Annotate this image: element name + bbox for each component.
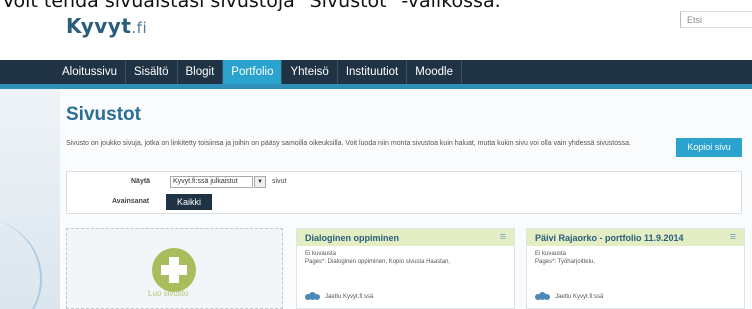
keywords-all-button[interactable]: Kaikki bbox=[166, 194, 212, 210]
logo[interactable]: Kyvyt.fi bbox=[66, 14, 147, 38]
nav-item-portfolio[interactable]: Portfolio bbox=[223, 60, 283, 84]
card-header: Päivi Rajaorko - portfolio 11.9.2014 ≡ bbox=[527, 229, 744, 246]
plus-icon[interactable] bbox=[152, 248, 196, 292]
show-label: Näytä bbox=[131, 178, 151, 185]
collection-card[interactable]: Päivi Rajaorko - portfolio 11.9.2014 ≡ E… bbox=[526, 228, 745, 309]
chevron-down-icon[interactable]: ▼ bbox=[254, 176, 266, 188]
page-description: Sivusto on joukko sivuja, jotka on linki… bbox=[66, 140, 631, 147]
caption-text: Voit tehdä sivuaistasi sivustoja "Sivust… bbox=[2, 0, 501, 12]
menu-icon[interactable]: ≡ bbox=[500, 231, 506, 243]
show-select[interactable]: Kyvyt.fi:ssä julkaistut bbox=[170, 176, 253, 188]
card-share-text: Jaettu Kyvyt.fi:ssä bbox=[325, 293, 374, 300]
card-header: Dialoginen oppiminen ≡ bbox=[297, 229, 514, 246]
logo-suffix: .fi bbox=[131, 19, 148, 37]
card-description: Ei kuvausta bbox=[535, 251, 567, 257]
nav-item-blogit[interactable]: Blogit bbox=[178, 60, 224, 84]
copy-page-button[interactable]: Kopioi sivu bbox=[676, 138, 742, 157]
main-navigation: Aloitussivu Sisältö Blogit Portfolio Yht… bbox=[0, 60, 752, 84]
nav-item-yhteiso[interactable]: Yhteisö bbox=[282, 60, 338, 84]
create-collection-label[interactable]: Luo sivusto bbox=[148, 289, 188, 298]
card-share-text: Jaettu Kyvyt.fi:ssä bbox=[555, 293, 604, 300]
card-pages: Pages*: Työharjoittelu, bbox=[535, 259, 595, 265]
users-icon bbox=[305, 292, 320, 301]
show-suffix: sivut bbox=[272, 178, 287, 185]
nav-item-sisalto[interactable]: Sisältö bbox=[126, 60, 178, 84]
search-input[interactable]: Etsi bbox=[680, 11, 752, 28]
card-title[interactable]: Päivi Rajaorko - portfolio 11.9.2014 bbox=[535, 233, 684, 243]
page-title: Sivustot bbox=[66, 104, 141, 125]
menu-icon[interactable]: ≡ bbox=[730, 231, 736, 243]
users-icon bbox=[535, 292, 550, 301]
collection-card[interactable]: Dialoginen oppiminen ≡ Ei kuvausta Pages… bbox=[296, 228, 515, 309]
decorative-background bbox=[0, 89, 60, 309]
nav-item-aloitussivu[interactable]: Aloitussivu bbox=[54, 60, 126, 84]
nav-item-instituutiot[interactable]: Instituutiot bbox=[338, 60, 408, 84]
keywords-label: Avainsanat bbox=[112, 198, 150, 205]
card-description: Ei kuvausta bbox=[305, 251, 337, 257]
card-pages: Pages*: Dialoginen oppiminen, Kopio sivu… bbox=[305, 259, 451, 265]
card-title[interactable]: Dialoginen oppiminen bbox=[305, 233, 399, 243]
nav-item-moodle[interactable]: Moodle bbox=[407, 60, 462, 84]
card-share: Jaettu Kyvyt.fi:ssä bbox=[535, 292, 603, 301]
logo-main: Kyvyt bbox=[66, 14, 132, 38]
card-share: Jaettu Kyvyt.fi:ssä bbox=[305, 292, 373, 301]
